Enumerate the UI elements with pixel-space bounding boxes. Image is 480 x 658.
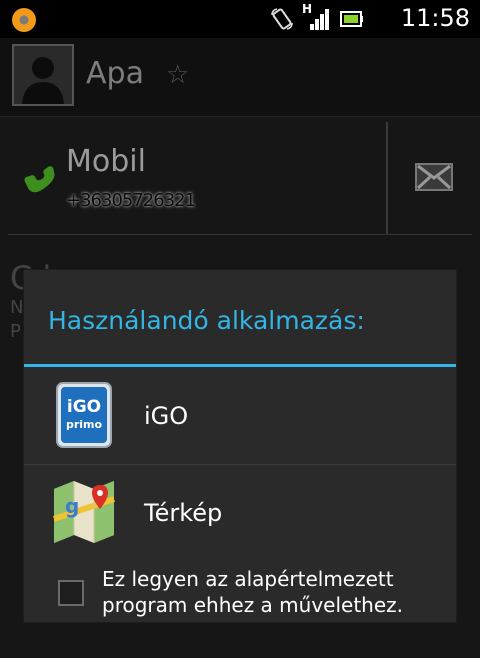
battery-icon bbox=[340, 11, 363, 27]
status-icons: H bbox=[270, 2, 364, 32]
svg-text:iGO: iGO bbox=[67, 397, 101, 417]
igo-primo-icon: iGO primo bbox=[56, 382, 112, 448]
app-option-terkep[interactable]: g Térkép bbox=[24, 465, 456, 561]
default-action-row[interactable]: Ez legyen az alapértelmezett program ehh… bbox=[24, 566, 456, 622]
phone-type-label: Mobil bbox=[66, 144, 146, 179]
phone-call-icon[interactable] bbox=[10, 148, 60, 198]
row-divider bbox=[8, 234, 472, 235]
phone-row[interactable]: Mobil +36305726321 bbox=[0, 118, 480, 234]
vertical-divider bbox=[386, 122, 388, 234]
status-bar: H 11:58 bbox=[0, 0, 480, 38]
app-notification-icon bbox=[12, 8, 36, 32]
signal-icon: H bbox=[302, 2, 332, 32]
default-checkbox-label: Ez legyen az alapértelmezett program ehh… bbox=[102, 567, 403, 617]
app-option-igo[interactable]: iGO primo iGO bbox=[24, 368, 456, 465]
rotate-icon bbox=[271, 8, 293, 30]
contact-name: Apa bbox=[86, 56, 144, 91]
person-silhouette-icon bbox=[22, 57, 64, 104]
app-chooser-dialog: Használandó alkalmazás: iGO primo iGO g … bbox=[24, 270, 456, 622]
dialog-title: Használandó alkalmazás: bbox=[48, 306, 365, 335]
default-checkbox[interactable] bbox=[58, 580, 84, 606]
app-label: Térkép bbox=[144, 499, 223, 527]
svg-text:g: g bbox=[65, 494, 79, 518]
phone-number: +36305726321 bbox=[66, 190, 196, 211]
message-icon[interactable] bbox=[414, 162, 454, 192]
svg-text:primo: primo bbox=[66, 418, 103, 431]
clock: 11:58 bbox=[400, 4, 470, 32]
contact-header: Apa ☆ bbox=[0, 38, 480, 117]
avatar[interactable] bbox=[12, 44, 74, 106]
app-label: iGO bbox=[144, 402, 189, 430]
google-maps-icon: g bbox=[53, 481, 115, 543]
title-divider bbox=[24, 364, 456, 367]
favorite-star-icon[interactable]: ☆ bbox=[166, 60, 189, 90]
